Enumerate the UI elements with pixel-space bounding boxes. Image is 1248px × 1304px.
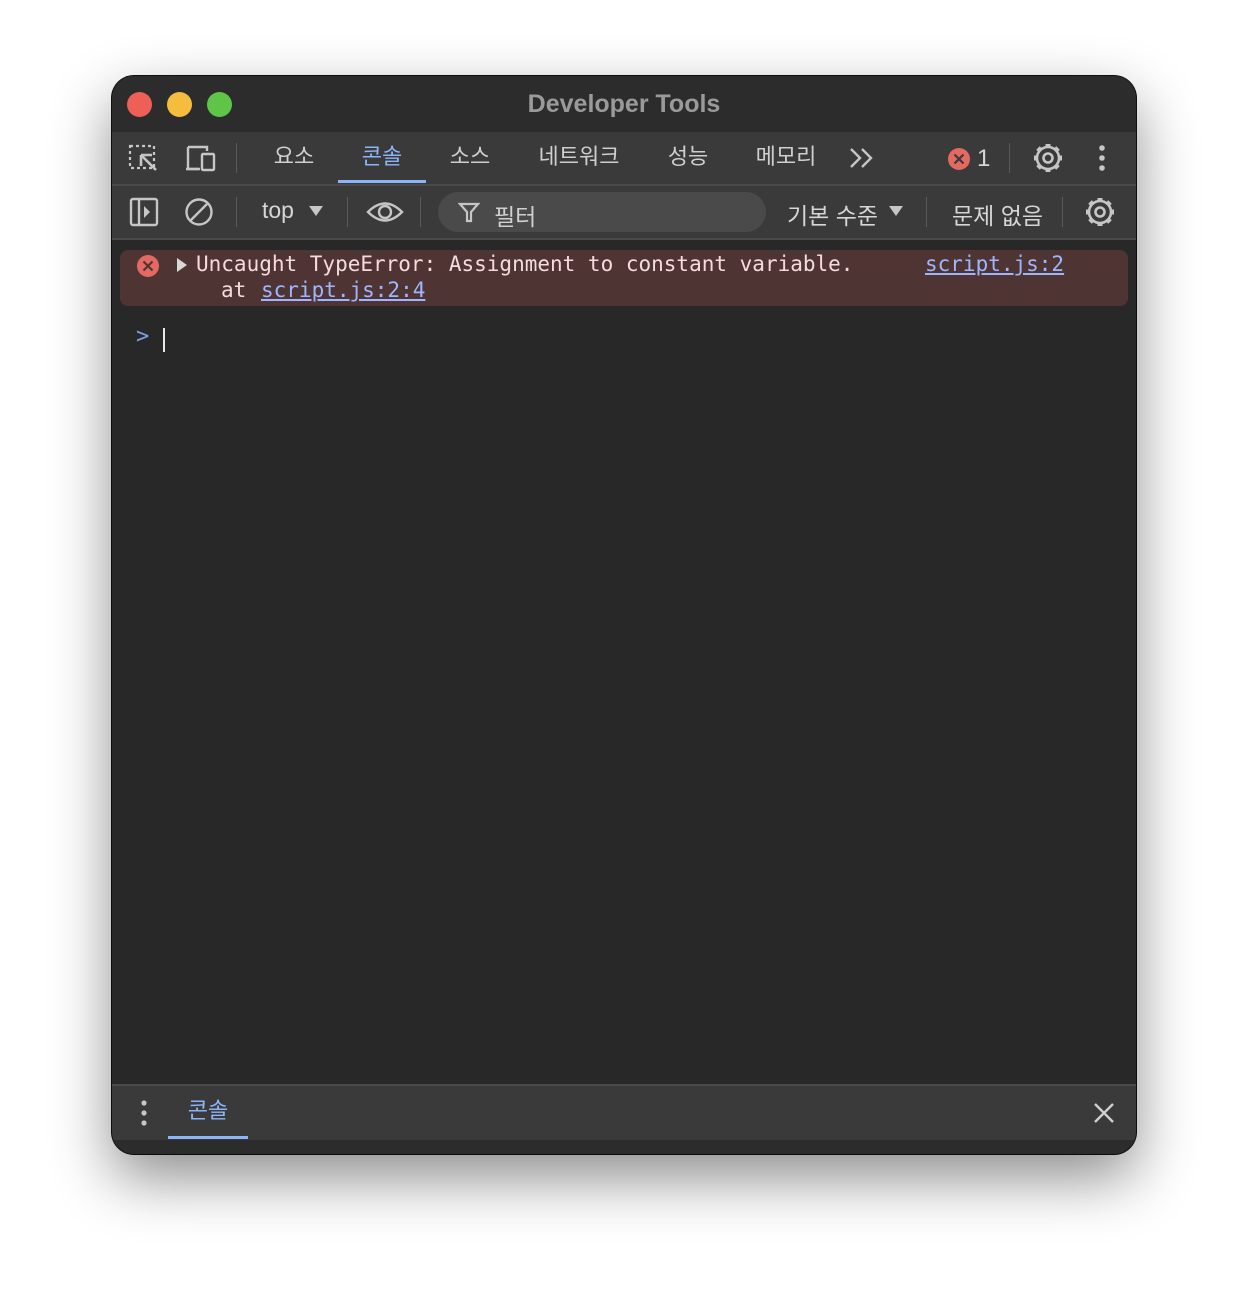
settings-gear-icon[interactable] bbox=[1031, 141, 1065, 180]
tab-elements[interactable]: 요소 bbox=[262, 132, 326, 184]
error-count[interactable]: 1 bbox=[977, 145, 990, 173]
divider bbox=[236, 197, 237, 227]
drawer-active-indicator bbox=[168, 1136, 248, 1139]
expand-triangle-icon[interactable] bbox=[176, 257, 188, 278]
inspect-element-icon[interactable] bbox=[128, 144, 160, 179]
stack-trace-link[interactable]: script.js:2:4 bbox=[261, 278, 425, 302]
console-settings-gear-icon[interactable] bbox=[1083, 195, 1117, 234]
filter-placeholder: 필터 bbox=[494, 204, 537, 230]
tab-console[interactable]: 콘솔 bbox=[338, 132, 426, 184]
error-count-icon[interactable] bbox=[947, 147, 971, 176]
filter-input[interactable]: 필터 bbox=[438, 192, 766, 232]
drawer-tab-console[interactable]: 콘솔 bbox=[168, 1086, 248, 1136]
window-bottom-edge bbox=[112, 1140, 1136, 1154]
divider bbox=[1062, 197, 1063, 227]
divider bbox=[420, 197, 421, 227]
double-chevron-right-icon[interactable] bbox=[848, 146, 876, 175]
console-input-caret[interactable] bbox=[163, 328, 165, 352]
prompt-chevron-icon: > bbox=[136, 324, 150, 349]
window-title: Developer Tools bbox=[527, 90, 721, 118]
drawer-menu-icon[interactable] bbox=[138, 1099, 150, 1132]
clear-console-icon[interactable] bbox=[184, 197, 214, 232]
tab-memory[interactable]: 메모리 bbox=[742, 132, 830, 184]
device-toolbar-icon[interactable] bbox=[183, 143, 217, 178]
tab-network[interactable]: 네트워크 bbox=[524, 132, 634, 184]
console-toolbar: top 필터 기본 수준 문제 없음 bbox=[112, 186, 1136, 240]
error-message-row[interactable]: Uncaught TypeError: Assignment to consta… bbox=[120, 250, 1128, 306]
error-message-text: Uncaught TypeError: Assignment to consta… bbox=[196, 252, 854, 276]
drawer-tab-bar: 콘솔 bbox=[112, 1084, 1136, 1140]
sidebar-toggle-icon[interactable] bbox=[129, 197, 159, 232]
error-icon bbox=[136, 254, 160, 283]
divider bbox=[926, 197, 927, 227]
title-bar: Developer Tools bbox=[112, 76, 1136, 132]
divider bbox=[1009, 143, 1010, 173]
active-tab-indicator bbox=[338, 180, 426, 183]
context-selector[interactable]: top bbox=[262, 197, 294, 224]
tab-sources[interactable]: 소스 bbox=[438, 132, 502, 184]
issues-status[interactable]: 문제 없음 bbox=[952, 197, 1043, 231]
console-output: Uncaught TypeError: Assignment to consta… bbox=[112, 240, 1136, 1084]
tab-performance[interactable]: 성능 bbox=[656, 132, 720, 184]
divider bbox=[347, 197, 348, 227]
error-source-link[interactable]: script.js:2 bbox=[925, 252, 1064, 276]
log-level-selector[interactable]: 기본 수준 bbox=[787, 197, 878, 231]
filter-funnel-icon bbox=[457, 201, 481, 228]
close-drawer-icon[interactable] bbox=[1092, 1101, 1116, 1130]
more-options-icon[interactable] bbox=[1096, 144, 1108, 179]
log-level-dropdown-icon[interactable] bbox=[888, 204, 904, 223]
devtools-window: Developer Tools 요소 콘솔 소스 네트워크 성능 메모리 1 t… bbox=[112, 76, 1136, 1154]
divider bbox=[236, 143, 237, 173]
panel-tab-bar: 요소 콘솔 소스 네트워크 성능 메모리 1 bbox=[112, 132, 1136, 186]
context-dropdown-icon[interactable] bbox=[308, 204, 324, 223]
live-expression-eye-icon[interactable] bbox=[366, 199, 404, 230]
stack-prefix: at bbox=[221, 278, 247, 302]
